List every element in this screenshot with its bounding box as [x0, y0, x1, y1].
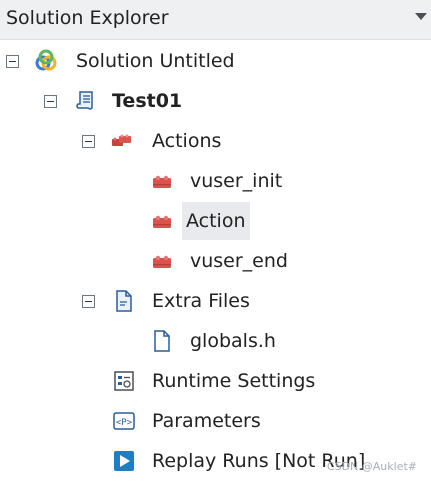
- solution-icon: [34, 49, 58, 73]
- file-icon: [150, 329, 174, 353]
- tree-item-label: Solution Untitled: [76, 50, 235, 72]
- extra-files-icon: [112, 289, 136, 313]
- actions-folder-icon: [110, 129, 134, 153]
- tree-item-label: globals.h: [190, 330, 276, 352]
- action-brick-icon: [150, 249, 174, 273]
- tree-item-runtime-settings[interactable]: Runtime Settings: [0, 364, 431, 398]
- script-icon: [74, 89, 98, 113]
- tree-item-label: vuser_init: [190, 170, 283, 192]
- runtime-settings-icon: [112, 369, 136, 393]
- tree-item-solution[interactable]: Solution Untitled: [0, 44, 431, 78]
- tree-item-extra-files[interactable]: Extra Files: [0, 284, 431, 318]
- collapse-toggle-icon[interactable]: [6, 55, 19, 68]
- tree-item-label: Test01: [112, 90, 183, 112]
- action-brick-icon: [150, 169, 174, 193]
- tree-item-label-selected: Action: [182, 202, 250, 240]
- tree-item-parameters[interactable]: <P> Parameters: [0, 404, 431, 438]
- panel-header: Solution Explorer: [0, 0, 431, 40]
- tree-item-action-file[interactable]: vuser_end: [0, 244, 431, 278]
- collapse-toggle-icon[interactable]: [82, 135, 95, 148]
- tree-item-script[interactable]: Test01: [0, 84, 431, 118]
- collapse-toggle-icon[interactable]: [44, 95, 57, 108]
- panel-title: Solution Explorer: [6, 7, 169, 29]
- solution-explorer-panel: Solution Explorer Solution Untitled Test…: [0, 0, 431, 481]
- collapse-toggle-icon[interactable]: [82, 295, 95, 308]
- dropdown-menu-icon[interactable]: [415, 13, 427, 20]
- replay-icon: [112, 449, 136, 473]
- svg-text:<P>: <P>: [116, 418, 133, 428]
- tree-item-label: vuser_end: [190, 250, 288, 272]
- tree-item-label: Parameters: [152, 410, 261, 432]
- action-brick-icon: [150, 209, 174, 233]
- parameters-icon: <P>: [112, 409, 136, 433]
- tree-item-label: Runtime Settings: [152, 370, 316, 392]
- tree-item-label: Extra Files: [152, 290, 250, 312]
- tree-item-action-file[interactable]: vuser_init: [0, 164, 431, 198]
- tree-item-label: Actions: [152, 130, 222, 152]
- tree-item-extra-file[interactable]: globals.h: [0, 324, 431, 358]
- tree-item-actions[interactable]: Actions: [0, 124, 431, 158]
- watermark-text: CSDN @Auklet#: [326, 460, 417, 473]
- tree-item-action-file[interactable]: Action: [0, 202, 431, 240]
